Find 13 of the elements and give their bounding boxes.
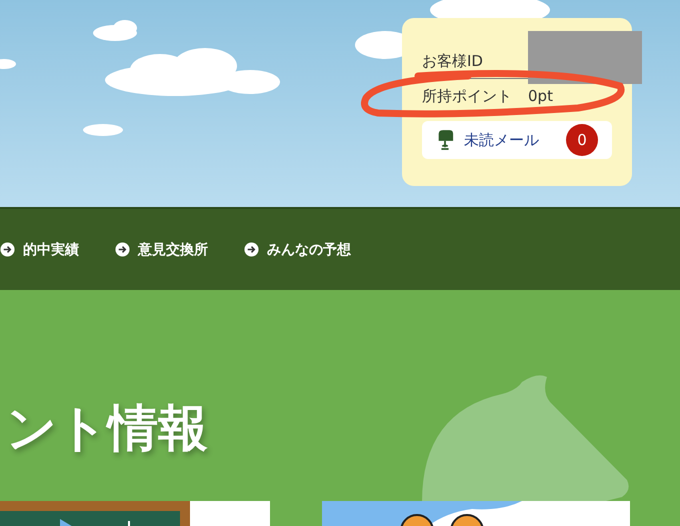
nav-link[interactable]: 的中実績 [0,240,79,258]
nav-link[interactable]: みんなの予想 [244,240,351,258]
arrow-circle-icon [244,242,259,257]
points-label: 所持ポイント [422,86,512,106]
points-value: 0pt [528,87,553,105]
unread-count-badge: 0 [566,124,598,156]
customer-id-label: お客様ID [422,52,483,70]
section-heading: ント情報 [6,398,208,458]
arrow-circle-icon [0,242,15,257]
arrow-circle-icon [115,242,130,257]
unread-mail-button[interactable]: 未読メール 0 [422,121,612,159]
nav-link[interactable]: 意見交換所 [115,240,208,258]
mailbox-icon [436,129,454,151]
